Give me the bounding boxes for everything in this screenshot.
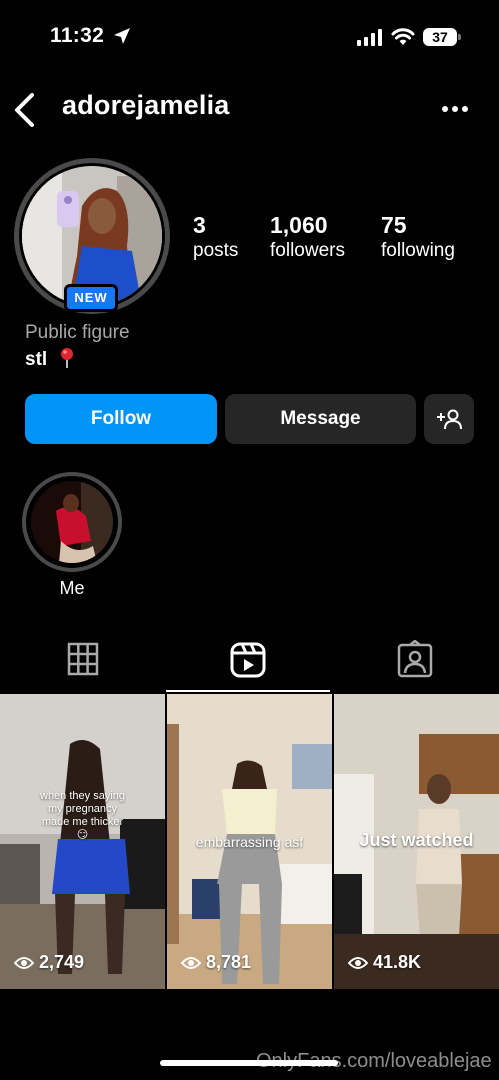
watermark-text: OnlyFans.com/loveablejae (256, 1050, 492, 1072)
reel-thumbnail[interactable]: embarrassing asf 8,781 (167, 694, 332, 989)
suggested-accounts-button[interactable] (424, 394, 474, 444)
stat-following-value: 75 (381, 212, 407, 238)
wifi-icon (391, 28, 415, 45)
stat-posts-label: posts (193, 240, 239, 261)
stat-posts[interactable]: 3 posts (193, 212, 238, 264)
views-eye-icon (181, 956, 201, 969)
message-button[interactable]: Message (225, 394, 416, 444)
reel-view-count: 41.8K (348, 952, 421, 973)
reel-thumbnail[interactable]: when they saying my pregnancy made me th… (0, 694, 165, 989)
reel-caption: when they saying my pregnancy made me th… (40, 790, 125, 841)
stat-following[interactable]: 75 following (381, 212, 455, 264)
cellular-signal-icon (357, 29, 382, 46)
reels-icon (230, 642, 266, 678)
round-pushpin-icon (61, 348, 74, 368)
stat-followers-label: followers (270, 240, 345, 261)
reel-view-count: 2,749 (14, 952, 84, 973)
status-bar: 11:32 37 (0, 0, 499, 70)
new-badge: NEW (64, 284, 118, 312)
stat-following-label: following (381, 240, 455, 261)
tab-posts-grid[interactable] (65, 640, 101, 680)
reel-views-text: 2,749 (39, 952, 85, 972)
reel-view-count: 8,781 (181, 952, 251, 973)
reel-views-text: 8,781 (206, 952, 252, 972)
battery-icon: 37 (423, 28, 461, 46)
views-eye-icon (348, 956, 368, 969)
tab-reels[interactable] (230, 640, 266, 680)
profile-bio: stl (25, 348, 74, 371)
reel-thumbnail[interactable]: Just watched 41.8K (334, 694, 499, 989)
stat-posts-value: 3 (193, 212, 206, 238)
reel-views-text: 41.8K (373, 952, 422, 972)
more-options-icon[interactable] (441, 102, 469, 116)
grid-icon (67, 642, 99, 676)
bio-text: stl (25, 349, 48, 370)
highlight-me[interactable] (31, 481, 113, 563)
profile-category: Public figure (25, 322, 130, 343)
status-time: 11:32 (50, 24, 105, 47)
tab-tagged[interactable] (397, 639, 433, 680)
location-arrow-icon (114, 28, 130, 44)
reel-caption: embarrassing asf (195, 834, 304, 850)
views-eye-icon (14, 956, 34, 969)
profile-username: adorejamelia (62, 90, 230, 120)
stat-followers[interactable]: 1,060 followers (270, 212, 345, 264)
back-chevron-icon[interactable] (12, 92, 36, 128)
follow-button[interactable]: Follow (25, 394, 217, 444)
active-tab-indicator (166, 690, 330, 692)
highlight-label: Me (59, 578, 85, 598)
add-person-icon (437, 409, 462, 430)
tagged-person-icon (397, 639, 433, 678)
reel-caption: Just watched (359, 830, 474, 850)
stat-followers-value: 1,060 (270, 212, 328, 238)
